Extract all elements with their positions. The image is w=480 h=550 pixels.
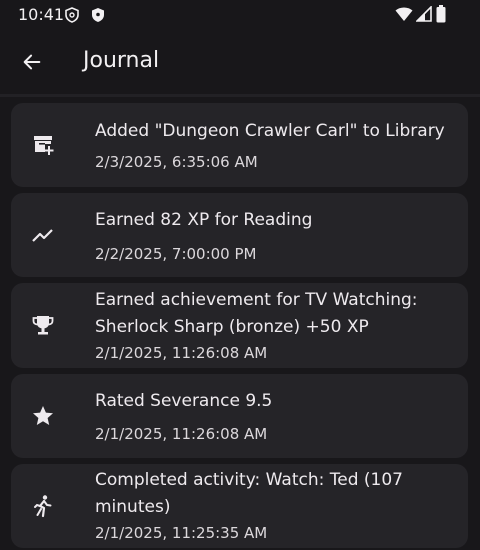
library-add-icon	[34, 136, 54, 155]
entry-date: 2/2/2025, 7:00:00 PM	[95, 245, 257, 263]
journal-entry-card[interactable]: Rated Severance 9.5 2/1/2025, 11:26:08 A…	[11, 374, 468, 458]
journal-entry-card[interactable]: Earned 82 XP for Reading 2/2/2025, 7:00:…	[11, 193, 468, 277]
entry-title: Completed activity: Watch: Ted (107 minu…	[95, 470, 403, 517]
entry-date: 2/1/2025, 11:25:35 AM	[95, 524, 268, 542]
status-bar: 10:41	[0, 0, 480, 30]
entry-date: 2/3/2025, 6:35:06 AM	[95, 153, 258, 171]
back-button[interactable]	[14, 44, 50, 80]
entry-date: 2/1/2025, 11:26:08 AM	[95, 344, 268, 362]
journal-entry-card[interactable]: Completed activity: Watch: Ted (107 minu…	[11, 464, 468, 548]
journal-entry-card[interactable]: Added "Dungeon Crawler Carl" to Library …	[11, 103, 468, 187]
divider	[0, 94, 480, 97]
entry-title: Earned 82 XP for Reading	[95, 210, 313, 230]
entry-title: Earned achievement for TV Watching: Sher…	[95, 290, 418, 337]
entry-title: Added "Dungeon Crawler Carl" to Library	[95, 121, 445, 141]
arrow-back-icon	[23, 54, 41, 70]
entry-date: 2/1/2025, 11:26:08 AM	[95, 425, 268, 443]
star-icon	[33, 406, 53, 425]
journal-entry-card[interactable]: Earned achievement for TV Watching: Sher…	[11, 283, 468, 368]
entry-title: Rated Severance 9.5	[95, 391, 273, 411]
vpn-shield-icon	[65, 7, 79, 23]
app-bar: Journal	[0, 30, 480, 94]
security-shield-icon	[92, 8, 104, 22]
wifi-icon	[395, 7, 413, 21]
page-title: Journal	[83, 48, 160, 73]
running-icon	[34, 495, 52, 518]
trophy-icon	[32, 316, 54, 335]
battery-icon	[436, 5, 446, 23]
cellular-signal-icon	[416, 6, 432, 22]
status-time: 10:41	[18, 5, 65, 24]
trending-up-icon	[32, 229, 53, 242]
